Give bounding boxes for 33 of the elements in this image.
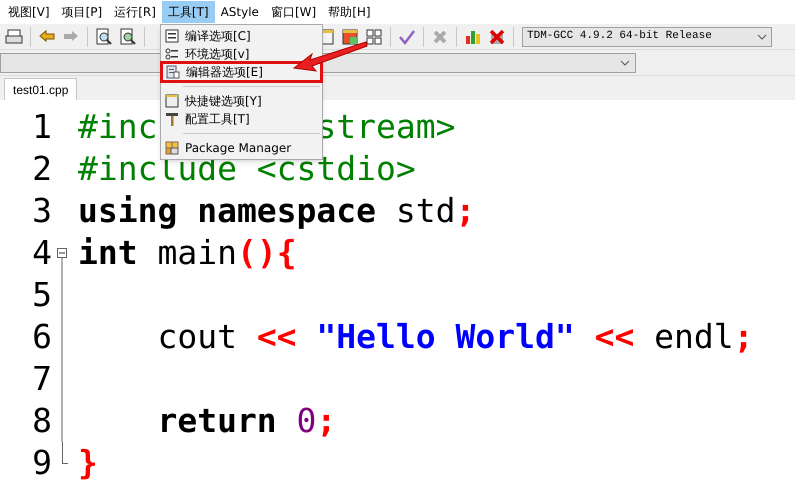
line-number: 5 [32,274,52,316]
code-token: "Hello World" [316,322,575,352]
menu-item-label: 编辑器选项[E] [186,64,263,81]
menu-item-label: 环境选项[v] [185,46,250,63]
line-number: 3 [32,190,52,232]
code-token: ; [316,406,336,436]
line-number: 9 [32,442,52,484]
code-token: 0 [296,406,316,436]
menu-item-label: 编译选项[C] [185,28,251,45]
line-number: 8 [32,400,52,442]
code-token: std [394,196,456,226]
menu-item-label: Package Manager [185,140,292,155]
code-token: int [78,238,138,268]
code-token: ; [734,322,754,352]
line-number: 6 [32,316,52,358]
code-token: (){ [236,238,297,268]
code-token: stream> [316,112,456,142]
line-number: 7 [32,358,52,400]
code-token: main [156,238,237,268]
code-token: << [594,322,634,352]
line-number: 4 [32,232,52,274]
menu-item-label: 配置工具[T] [185,111,250,128]
code-token: cout [157,322,238,352]
code-token: << [256,322,298,352]
code-token: endl [653,322,734,352]
line-number: 1 [32,106,52,148]
code-token: #inc [78,112,158,142]
code-token: return [157,406,278,436]
code-token: #include <cstdio> [78,154,416,184]
code-token: ; [456,196,476,226]
menu-item-label: 快捷键选项[Y] [185,93,262,110]
line-number: 2 [32,148,52,190]
code-token: } [78,448,98,478]
